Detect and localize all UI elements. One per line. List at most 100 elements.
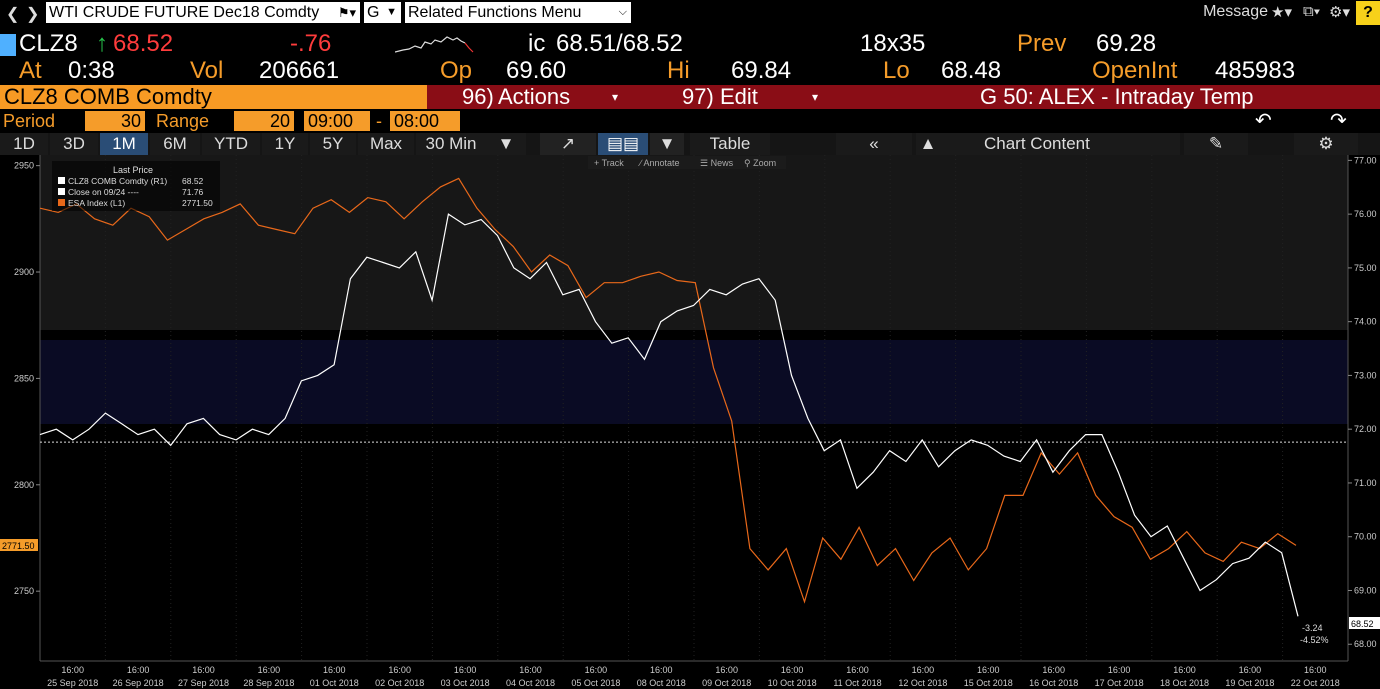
right-tick-label: 70.00	[1354, 532, 1377, 542]
x-date-label: 01 Oct 2018	[310, 678, 359, 688]
export-icon[interactable]: ⧉▾	[1303, 3, 1320, 20]
tab-3d[interactable]: 3D	[50, 133, 98, 155]
clz-value-label: 68.52	[1351, 619, 1374, 629]
x-time-label: 16:00	[519, 665, 542, 675]
edit-dropdown-icon[interactable]: ▾	[812, 85, 818, 109]
x-date-label: 03 Oct 2018	[441, 678, 490, 688]
table-button[interactable]: Table	[690, 133, 770, 155]
x-date-label: 02 Oct 2018	[375, 678, 424, 688]
change-label: -3.24	[1302, 623, 1323, 633]
right-tick-label: 77.00	[1354, 155, 1377, 165]
legend-swatch-esa	[58, 199, 65, 206]
chart-toolbar: 1D 3D 1M 6M YTD 1Y 5Y Max 30 Min ▼ ↗ ▤▤ …	[0, 133, 1380, 155]
star-icon[interactable]: ★▾	[1271, 3, 1292, 21]
legend-value-close: 71.76	[182, 187, 204, 197]
template-name[interactable]: G 50: ALEX - Intraday Temp	[980, 85, 1254, 109]
tab-1y[interactable]: 1Y	[262, 133, 308, 155]
x-date-label: 19 Oct 2018	[1225, 678, 1274, 688]
related-functions-label: Related Functions Menu	[408, 4, 582, 21]
x-time-label: 16:00	[192, 665, 215, 675]
right-tick-label: 76.00	[1354, 209, 1377, 219]
right-tick-label: 69.00	[1354, 585, 1377, 595]
gear-icon[interactable]: ⚙▾	[1329, 3, 1350, 21]
chevron-down-icon: ▼	[386, 6, 397, 18]
x-time-label: 16:00	[977, 665, 1000, 675]
tab-ytd[interactable]: YTD	[202, 133, 260, 155]
actions-number: 96)	[462, 84, 494, 109]
redo-icon[interactable]: ↷	[1330, 110, 1347, 132]
security-field[interactable]: WTI CRUDE FUTURE Dec18 Comdty ⚑▾	[46, 2, 360, 23]
right-tick-label: 74.00	[1354, 317, 1377, 327]
zoom-button[interactable]: ⚲ Zoom	[744, 158, 776, 168]
chart-type-chevron-icon[interactable]: ▼	[650, 133, 684, 155]
tab-6m[interactable]: 6M	[150, 133, 200, 155]
end-time-input[interactable]: 08:00	[390, 111, 460, 131]
flag-icon[interactable]: ⚑▾	[338, 2, 356, 23]
tab-5y[interactable]: 5Y	[310, 133, 356, 155]
g-dropdown[interactable]: G ▼	[364, 2, 401, 23]
high-value: 69.84	[731, 57, 792, 84]
interval-chevron-icon[interactable]: ▼	[486, 133, 526, 155]
help-button[interactable]: ?	[1356, 1, 1380, 25]
edit-annotation-icon[interactable]: ✎	[1184, 133, 1248, 155]
g-dropdown-label: G	[367, 4, 380, 21]
forward-icon[interactable]: ❯	[26, 4, 39, 24]
trade-time: 0:38	[68, 57, 115, 84]
tab-max[interactable]: Max	[358, 133, 414, 155]
annotate-button[interactable]: ∕ Annotate	[638, 158, 680, 168]
news-button[interactable]: ☰ News	[700, 158, 734, 168]
prev-label: Prev	[1017, 30, 1067, 57]
low-value: 68.48	[941, 57, 1002, 84]
related-functions-menu[interactable]: Related Functions Menu ⌵	[405, 2, 631, 23]
tab-1m[interactable]: 1M	[100, 133, 148, 155]
chart-settings-icon[interactable]: ⚙	[1294, 133, 1358, 155]
open-interest-value: 485983	[1215, 57, 1296, 84]
legend-swatch-clz8	[58, 177, 65, 184]
x-time-label: 16:00	[846, 665, 869, 675]
left-tick-label: 2750	[14, 586, 34, 596]
edit-button[interactable]: Edit	[720, 85, 758, 109]
x-date-label: 08 Oct 2018	[637, 678, 686, 688]
legend-name-esa: ESA Index (L1)	[68, 198, 125, 208]
candlestick-icon[interactable]: ▤▤	[598, 133, 648, 155]
tab-1d[interactable]: 1D	[0, 133, 48, 155]
line-chart-icon[interactable]: ↗	[540, 133, 596, 155]
clz-value-tag: 68.52	[1349, 617, 1380, 629]
message-button[interactable]: Message	[1203, 3, 1268, 21]
x-time-label: 16:00	[1042, 665, 1065, 675]
left-tick-label: 2850	[14, 373, 34, 383]
security-title: CLZ8 COMB Comdty	[0, 85, 427, 109]
chevron-down-icon: ⌵	[618, 6, 627, 18]
quote-row-2: At 0:38 Vol 206661 Op 69.60 Hi 69.84 Lo …	[0, 57, 1380, 85]
period-input[interactable]: 30	[85, 111, 145, 131]
top-toolbar: ❮ ❯ WTI CRUDE FUTURE Dec18 Comdty ⚑▾ G ▼…	[0, 0, 1380, 26]
x-time-label: 16:00	[585, 665, 608, 675]
interval-dropdown[interactable]: 30 Min	[416, 133, 486, 155]
period-label: Period	[3, 111, 56, 131]
legend-value-clz8: 68.52	[182, 176, 204, 186]
actions-dropdown-icon[interactable]: ▾	[612, 85, 618, 109]
legend-name-clz8: CLZ8 COMB Comdty (R1)	[68, 176, 167, 186]
x-date-label: 26 Sep 2018	[113, 678, 164, 688]
chart-content-button[interactable]: Chart Content	[940, 133, 1180, 155]
x-time-label: 16:00	[912, 665, 935, 675]
chart-content-icon[interactable]: ▲	[916, 133, 940, 155]
vol-label: Vol	[190, 57, 224, 84]
range-input[interactable]: 20	[234, 111, 294, 131]
actions-button[interactable]: Actions	[498, 85, 570, 109]
x-date-label: 04 Oct 2018	[506, 678, 555, 688]
quote-row-1: CLZ8 ↑ 68.52 -.76 ic 68.51/68.52 18x35 P…	[0, 30, 1380, 58]
action-bar: CLZ8 COMB Comdty 96) Actions ▾ 97) Edit …	[0, 85, 1380, 109]
undo-icon[interactable]: ↶	[1255, 110, 1272, 132]
start-time-input[interactable]: 09:00	[304, 111, 370, 131]
x-date-label: 16 Oct 2018	[1029, 678, 1078, 688]
price-chart[interactable]: 2950 2900 2850 2800 2750 77.00 76.00 75.00 74.0…	[0, 155, 1380, 689]
x-date-label: 10 Oct 2018	[768, 678, 817, 688]
collapse-left-icon[interactable]: «	[836, 133, 912, 155]
bid-ask-size: 18x35	[860, 30, 926, 57]
back-icon[interactable]: ❮	[6, 4, 19, 24]
last-price: 68.52	[113, 30, 174, 57]
track-button[interactable]: + Track	[594, 158, 624, 168]
open-label: Op	[440, 57, 473, 84]
x-date-label: 25 Sep 2018	[47, 678, 98, 688]
